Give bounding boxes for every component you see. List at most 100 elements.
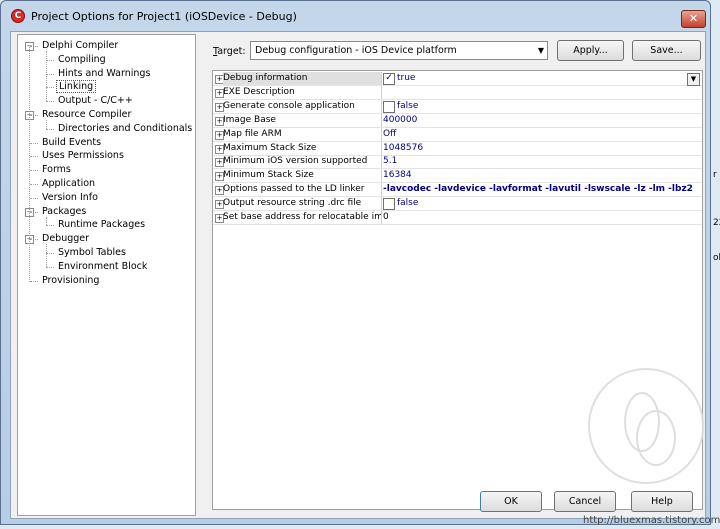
- property-row[interactable]: + Image Base 400000: [213, 113, 702, 128]
- delphi-app-icon: C: [11, 9, 25, 23]
- tree-item[interactable]: Forms: [40, 163, 73, 177]
- property-row[interactable]: + Map file ARM Off: [213, 127, 702, 142]
- property-name: Debug information: [223, 72, 382, 85]
- tree-item[interactable]: Hints and Warnings: [56, 67, 152, 81]
- property-row[interactable]: + Minimum iOS version supported 5.1: [213, 155, 702, 170]
- cancel-button[interactable]: Cancel: [554, 491, 616, 512]
- tree-connector: [30, 115, 38, 116]
- watermark-logo: [588, 368, 704, 484]
- tree-connector: [46, 253, 54, 254]
- options-tree[interactable]: Delphi Compiler − Compiling Hints and Warni…: [17, 34, 196, 516]
- target-dropdown-value: Debug configuration - iOS Device platfor…: [255, 45, 457, 56]
- tree-item-label: Provisioning: [42, 274, 100, 286]
- tree-item[interactable]: Debugger: [40, 232, 91, 246]
- watermark-url: http://bluexmas.tistory.com/: [583, 515, 720, 526]
- property-row[interactable]: + Output resource string .drc file false: [213, 197, 702, 212]
- tree-connector: [30, 280, 38, 282]
- tree-connector: [46, 266, 54, 268]
- tree-connector: [30, 239, 38, 241]
- tree-item[interactable]: Packages: [40, 205, 88, 219]
- tree-connector: [30, 197, 38, 199]
- tree-item-label: Uses Permissions: [42, 150, 124, 162]
- property-row[interactable]: + Generate console application false: [213, 99, 702, 114]
- tree-connector: [46, 128, 54, 130]
- tree-item[interactable]: Environment Block: [56, 260, 149, 274]
- tree-connector: [46, 87, 54, 89]
- property-row[interactable]: + Options passed to the LD linker -lavcode…: [213, 183, 702, 198]
- property-row[interactable]: + Set base address for relocatable imag 0: [213, 211, 702, 225]
- property-row[interactable]: + Maximum Stack Size 1048576: [213, 141, 702, 156]
- tree-item-label: Delphi Compiler: [42, 40, 119, 51]
- property-name: Options passed to the LD linker: [223, 183, 382, 197]
- help-button[interactable]: Help: [631, 491, 693, 512]
- property-value[interactable]: 0: [383, 211, 389, 224]
- chevron-down-icon[interactable]: ▼: [687, 73, 700, 86]
- tree-item-label: Environment Block: [58, 260, 148, 272]
- chevron-down-icon: ▼: [537, 46, 544, 55]
- property-name: Maximum Stack Size: [223, 141, 382, 155]
- tree-item-label: Symbol Tables: [58, 247, 126, 258]
- property-value[interactable]: -lavcodec -lavdevice -lavformat -lavutil…: [383, 183, 693, 196]
- property-value[interactable]: Off: [383, 128, 396, 141]
- window-title: Project Options for Project1 (iOSDevice …: [31, 10, 297, 23]
- tree-connector: [46, 244, 47, 267]
- tree-item[interactable]: Delphi Compiler: [40, 39, 120, 53]
- property-value[interactable]: 5.1: [383, 155, 397, 168]
- tree-connector: [30, 142, 38, 144]
- tree-connector: [46, 51, 47, 102]
- property-value: false: [397, 198, 419, 209]
- property-name: Generate console application: [223, 99, 382, 113]
- tree-item-label: Output - C/C++: [58, 95, 133, 107]
- tree-item[interactable]: Resource Compiler: [40, 108, 133, 122]
- background-text-fragment: ol: [713, 253, 720, 263]
- background-text-fragment: 22: [713, 218, 720, 228]
- tree-item-label: Version Info: [42, 191, 98, 203]
- tree-connector: [46, 73, 54, 75]
- property-value[interactable]: 16384: [383, 169, 412, 182]
- property-row[interactable]: + Minimum Stack Size 16384: [213, 169, 702, 184]
- close-button[interactable]: ✕: [681, 10, 706, 28]
- property-row[interactable]: + EXE Description: [213, 85, 702, 100]
- apply-button[interactable]: Apply...: [557, 40, 624, 61]
- tree-item-label: Linking: [56, 80, 97, 94]
- tree-item[interactable]: Linking: [56, 80, 97, 94]
- tree-item[interactable]: Provisioning: [40, 274, 101, 288]
- tree-item[interactable]: Compiling: [56, 53, 108, 67]
- property-name: Map file ARM: [223, 127, 382, 141]
- tree-item-label: Runtime Packages: [58, 219, 146, 231]
- tree-connector: [46, 225, 54, 227]
- property-checkbox[interactable]: [383, 100, 395, 113]
- tree-item[interactable]: Version Info: [40, 191, 100, 205]
- property-value[interactable]: 400000: [383, 114, 417, 127]
- tree-item-label: Debugger: [42, 233, 90, 245]
- tree-item[interactable]: Runtime Packages: [56, 218, 147, 232]
- tree-item-label: Resource Compiler: [42, 109, 132, 120]
- tree-item-label: Compiling: [58, 53, 106, 65]
- ok-button[interactable]: OK: [480, 491, 542, 512]
- property-name: Minimum iOS version supported: [223, 155, 382, 169]
- property-name: Set base address for relocatable imag: [223, 211, 382, 224]
- property-checkbox[interactable]: ✓: [383, 73, 395, 85]
- target-label: Target:: [213, 46, 246, 57]
- watermark-shape: [636, 410, 676, 466]
- target-dropdown[interactable]: Debug configuration - iOS Device platfor…: [250, 41, 548, 60]
- title-bar[interactable]: C Project Options for Project1 (iOSDevic…: [1, 1, 710, 33]
- tree-item[interactable]: Application: [40, 177, 97, 191]
- property-name: Output resource string .drc file: [223, 197, 382, 211]
- property-value[interactable]: 1048576: [383, 142, 423, 155]
- tree-connector: [29, 45, 30, 282]
- property-row[interactable]: + Debug information ✓ true ▼: [213, 72, 702, 86]
- save-button[interactable]: Save...: [632, 40, 701, 61]
- tree-item-label: Hints and Warnings: [58, 67, 151, 79]
- property-checkbox[interactable]: [383, 198, 395, 211]
- tree-item-label: Build Events: [42, 136, 102, 148]
- tree-item[interactable]: Directories and Conditionals: [56, 122, 194, 136]
- tree-connector: [30, 156, 38, 158]
- tree-item[interactable]: Output - C/C++: [56, 94, 135, 108]
- tree-item-label: Directories and Conditionals: [58, 122, 193, 134]
- tree-connector: [30, 46, 38, 47]
- tree-item[interactable]: Symbol Tables: [56, 246, 128, 260]
- tree-item[interactable]: Build Events: [40, 136, 103, 150]
- tree-item[interactable]: Uses Permissions: [40, 149, 126, 163]
- property-name: Image Base: [223, 113, 382, 127]
